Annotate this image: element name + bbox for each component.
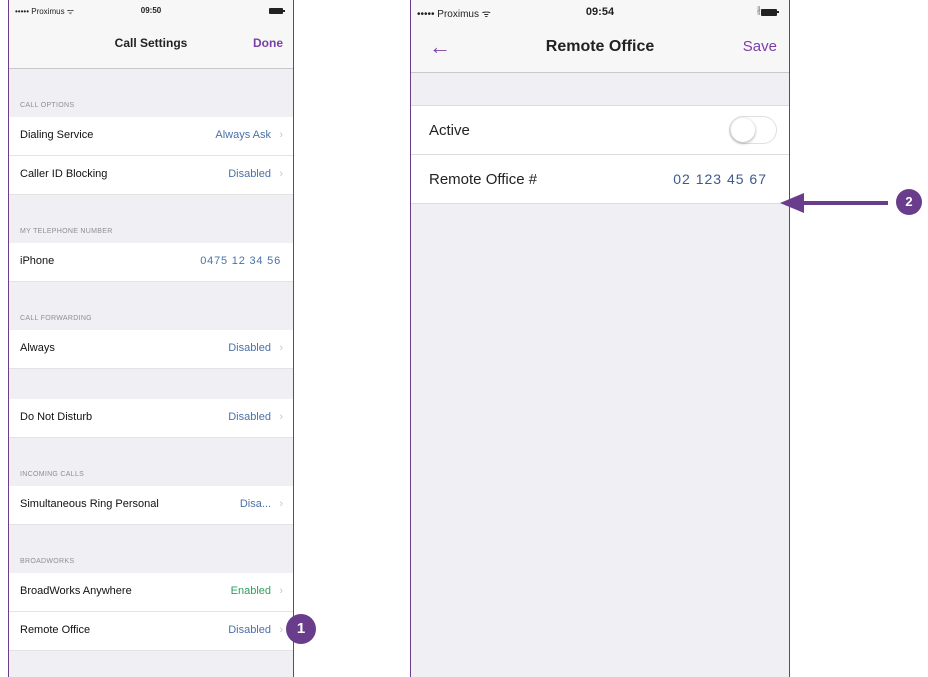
status-bar: ••••• Proximus ᯤ 09:54 ∦ [411,0,789,24]
battery-icon [761,9,779,16]
row-simultaneous-ring[interactable]: Simultaneous Ring Personal Disa... › [9,486,293,525]
done-button[interactable]: Done [253,36,283,50]
chevron-right-icon: › [279,624,283,636]
section-header-incoming-calls: INCOMING CALLS [9,438,293,486]
section-title: INCOMING CALLS [20,471,85,478]
row-remote-office[interactable]: Remote Office Disabled › [9,612,293,651]
section-header-call-options: CALL OPTIONS [9,69,293,117]
save-button[interactable]: Save [743,38,777,55]
section-header-my-number: MY TELEPHONE NUMBER [9,195,293,243]
section-title: CALL FORWARDING [20,315,92,322]
section-title: MY TELEPHONE NUMBER [20,228,113,235]
chevron-right-icon: › [279,342,283,354]
row-label: Do Not Disturb [20,411,93,423]
nav-bar: ← Remote Office Save [411,24,789,73]
row-label: Simultaneous Ring Personal [20,498,159,510]
status-time: 09:50 [140,6,162,15]
toggle-knob [731,118,755,142]
row-label: BroadWorks Anywhere [20,585,132,597]
section-header-broadworks: BROADWORKS [9,525,293,573]
row-caller-id-blocking[interactable]: Caller ID Blocking Disabled › [9,156,293,195]
chevron-right-icon: › [279,411,283,423]
row-do-not-disturb[interactable]: Do Not Disturb Disabled › [9,399,293,438]
row-label: Dialing Service [20,129,94,141]
row-iphone-number[interactable]: iPhone 0475 12 34 56 [9,243,293,282]
row-value: Disabled [228,624,271,636]
row-value: Always Ask [215,129,271,141]
row-label: Always [20,342,55,354]
row-label: Active [429,122,470,139]
row-value: Disa... [239,498,271,510]
page-title: Call Settings [114,36,188,50]
row-value: Enabled [230,585,271,597]
row-label: Remote Office # [429,171,538,188]
row-dialing-service[interactable]: Dialing Service Always Ask › [9,117,293,156]
section-title: CALL OPTIONS [20,102,75,109]
status-time: 09:54 [585,6,615,18]
chevron-right-icon: › [279,585,283,597]
row-broadworks-anywhere[interactable]: BroadWorks Anywhere Enabled › [9,573,293,612]
row-remote-office-number[interactable]: Remote Office # 02 123 45 67 [411,155,789,204]
active-toggle[interactable] [729,116,777,144]
status-bar: ••••• Proximus ᯤ 09:50 [9,0,293,22]
row-value: Disabled [228,168,271,180]
chevron-right-icon: › [279,129,283,141]
call-settings-screen: ••••• Proximus ᯤ 09:50 Call Settings Don… [8,0,294,677]
chevron-right-icon: › [279,168,283,180]
section-header-call-forwarding: CALL FORWARDING [9,282,293,330]
callout-badge-2: 2 [896,189,922,215]
remote-office-number-value: 02 123 45 67 [673,171,767,187]
chevron-right-icon: › [279,498,283,510]
row-active: Active [411,105,789,155]
row-label: iPhone [20,255,55,267]
page-title: Remote Office [545,38,655,55]
row-value: 0475 12 34 56 [200,255,281,267]
callout-arrow-icon [780,193,888,213]
row-label: Remote Office [20,624,91,636]
row-value: Disabled [228,342,271,354]
remote-office-screen: ••••• Proximus ᯤ 09:54 ∦ ← Remote Office… [410,0,790,677]
row-forward-always[interactable]: Always Disabled › [9,330,293,369]
section-title: BROADWORKS [20,558,75,565]
battery-icon [269,8,285,14]
callout-badge-1: 1 [286,614,316,644]
row-value: Disabled [228,411,271,423]
row-label: Caller ID Blocking [20,168,108,180]
nav-bar: Call Settings Done [9,22,293,69]
